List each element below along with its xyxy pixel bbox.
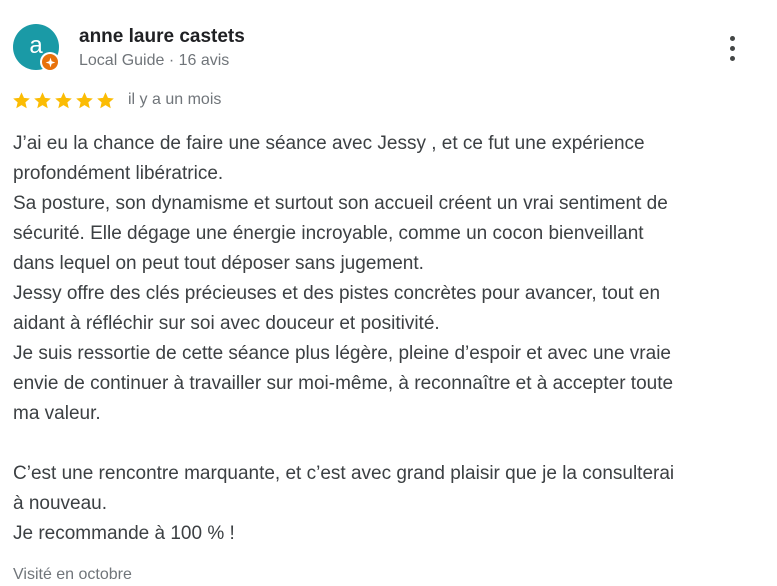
review-line: sécurité. Elle dégage une énergie incroy… xyxy=(13,223,644,244)
more-options-button[interactable] xyxy=(716,30,748,66)
review-text: J’ai eu la chance de faire une séance av… xyxy=(13,129,763,549)
review-line: à nouveau. xyxy=(13,493,108,514)
author-meta: Local Guide · 16 avis xyxy=(79,52,230,69)
review-line: J’ai eu la chance de faire une séance av… xyxy=(13,133,645,154)
review-line: profondément libératrice. xyxy=(13,163,224,184)
review-line: Je suis ressortie de cette séance plus l… xyxy=(13,343,671,364)
more-vert-icon xyxy=(729,35,735,41)
star-icon xyxy=(55,91,72,108)
local-guide-badge-icon xyxy=(40,52,60,72)
review-card: a anne laure castets Local Guide · 16 av… xyxy=(0,0,777,586)
review-date: il y a un mois xyxy=(128,91,222,108)
star-icon xyxy=(76,91,93,108)
star-icon xyxy=(13,91,30,108)
review-line xyxy=(13,429,763,459)
star-icon xyxy=(97,91,114,108)
visit-date: Visité en octobre xyxy=(13,566,132,583)
review-line: aidant à réfléchir sur soi avec douceur … xyxy=(13,313,440,334)
rating-row: il y a un mois xyxy=(12,89,221,111)
review-line: ma valeur. xyxy=(13,403,101,424)
review-line: Jessy offre des clés précieuses et des p… xyxy=(13,283,661,304)
review-line: envie de continuer à travailler sur moi-… xyxy=(13,373,674,394)
review-line: Je recommande à 100 % ! xyxy=(13,523,235,544)
star-rating xyxy=(12,91,115,110)
review-line: Sa posture, son dynamisme et surtout son… xyxy=(13,193,668,214)
review-line: dans lequel on peut tout déposer sans ju… xyxy=(13,253,424,274)
star-icon xyxy=(34,91,51,108)
review-line: C’est une rencontre marquante, et c’est … xyxy=(13,463,675,484)
author-name[interactable]: anne laure castets xyxy=(79,25,245,49)
